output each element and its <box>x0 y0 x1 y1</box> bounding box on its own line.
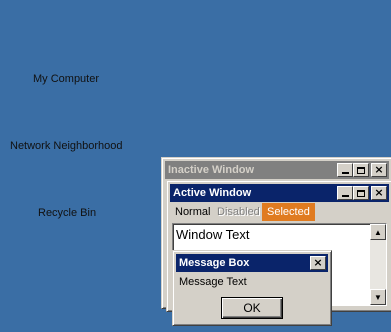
vertical-scrollbar[interactable]: ▲ ▼ <box>370 224 386 305</box>
desktop-icon-label: My Computer <box>33 73 100 85</box>
scroll-down-button[interactable]: ▼ <box>370 289 386 305</box>
minimize-icon <box>341 195 349 197</box>
ok-button[interactable]: OK <box>221 297 283 319</box>
maximize-icon <box>357 189 365 197</box>
desktop-icon-my-computer[interactable]: My Computer <box>33 73 99 85</box>
scroll-up-arrow-icon: ▲ <box>374 227 382 237</box>
maximize-button[interactable] <box>353 186 369 200</box>
close-icon: × <box>374 163 384 176</box>
close-icon: × <box>313 256 323 269</box>
message-box-titlebar[interactable]: Message Box × <box>176 254 328 272</box>
inactive-window-title: Inactive Window <box>168 164 255 176</box>
menu-item-selected[interactable]: Selected <box>262 203 315 221</box>
desktop-icon-recycle-bin[interactable]: Recycle Bin <box>38 207 96 219</box>
scroll-up-button[interactable]: ▲ <box>370 224 386 240</box>
active-window-title: Active Window <box>173 187 252 199</box>
minimize-icon <box>341 172 349 174</box>
inactive-window-titlebar[interactable]: Inactive Window × <box>165 161 389 179</box>
desktop-icon-network-neighborhood[interactable]: Network Neighborhood <box>10 140 123 152</box>
minimize-button[interactable] <box>337 186 353 200</box>
message-box[interactable]: Message Box × Message Text OK <box>172 250 332 326</box>
minimize-button[interactable] <box>337 163 353 177</box>
close-icon: × <box>374 186 384 199</box>
active-window-titlebar[interactable]: Active Window × <box>170 184 389 202</box>
close-button[interactable]: × <box>310 256 326 270</box>
menu-item-normal[interactable]: Normal <box>170 203 215 221</box>
desktop-icon-label: Recycle Bin <box>38 207 97 219</box>
message-text: Message Text <box>179 276 247 288</box>
close-button[interactable]: × <box>371 186 387 200</box>
maximize-button[interactable] <box>353 163 369 177</box>
window-text: Window Text <box>176 227 250 242</box>
menu-bar: Normal Disabled Selected <box>170 203 389 221</box>
close-button[interactable]: × <box>371 163 387 177</box>
scroll-down-arrow-icon: ▼ <box>374 292 382 302</box>
menu-item-disabled: Disabled <box>217 206 260 218</box>
maximize-icon <box>357 166 365 174</box>
desktop-icon-label: Network Neighborhood <box>10 140 123 152</box>
message-box-title: Message Box <box>179 257 250 269</box>
